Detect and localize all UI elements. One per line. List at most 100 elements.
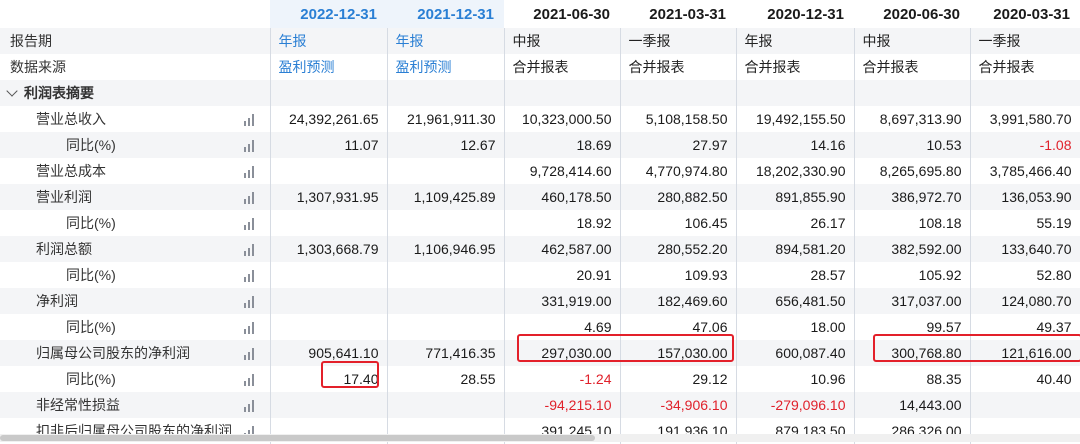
column-header-2021-03-31[interactable]: 2021-03-31 [620,0,736,28]
empty-cell [854,80,971,106]
table-row: 同比(%) 17.40 28.55 -1.24 29.12 10.96 88.35 40.40 [0,366,1080,392]
row-label-text: 利润总额 [36,241,92,257]
column-header-2021-06-30[interactable]: 2021-06-30 [504,0,620,28]
value-cell: 331,919.00 [504,288,621,314]
column-header-2021-12-31[interactable]: 2021-12-31 [387,0,504,28]
empty-cell [620,80,737,106]
value-cell: 8,265,695.80 [854,158,971,184]
cell: 合并报表 [970,54,1080,80]
value-cell [387,262,505,288]
value-cell [270,158,388,184]
section-label: 利润表摘要 [24,85,94,101]
section-header[interactable]: 利润表摘要 [0,80,271,106]
column-header-2022-12-31[interactable]: 2022-12-31 [270,0,387,28]
value-cell: 49.37 [970,314,1080,340]
value-cell: 12.67 [387,132,505,158]
row-label-text: 营业利润 [36,189,92,205]
section-row-income-summary[interactable]: 利润表摘要 [0,80,1080,106]
row-label: 同比(%) [0,262,271,288]
row-label-text: 净利润 [36,293,78,309]
table-row: 同比(%) 20.91 109.93 28.57 105.92 52.80 [0,262,1080,288]
bar-chart-icon[interactable] [243,242,258,256]
value-cell: 386,972.70 [854,184,971,210]
value-cell: 99.57 [854,314,971,340]
bar-chart-icon[interactable] [243,346,258,360]
bar-chart-icon[interactable] [243,372,258,386]
income-statement-table: 2022-12-31 2021-12-31 2021-06-30 2021-03-31… [0,0,1080,444]
bar-chart-icon[interactable] [243,268,258,282]
scrollbar-thumb[interactable] [0,435,595,441]
row-label: 利润总额 [0,236,271,262]
row-label-text: 非经常性损益 [36,397,120,413]
value-cell: -1.24 [504,366,621,392]
cell[interactable]: 年报 [270,28,388,54]
value-cell: 28.55 [387,366,505,392]
row-label-text: 同比(%) [66,371,116,387]
row-label-text: 同比(%) [66,319,116,335]
cell[interactable]: 盈利预测 [387,54,505,80]
value-cell: 182,469.60 [620,288,737,314]
row-label-text: 同比(%) [66,137,116,153]
cell: 中报 [854,28,971,54]
value-cell: 300,768.80 [854,340,971,366]
value-cell: 17.40 [270,366,388,392]
empty-cell [970,80,1080,106]
value-cell: 27.97 [620,132,737,158]
empty-cell [387,80,505,106]
cell: 一季报 [620,28,737,54]
bar-chart-icon[interactable] [243,294,258,308]
value-cell: 297,030.00 [504,340,621,366]
value-cell: 157,030.00 [620,340,737,366]
table-row: 营业总收入 24,392,261.65 21,961,911.30 10,323,00… [0,106,1080,132]
data-source-row: 数据来源 盈利预测 盈利预测 合并报表 合并报表 合并报表 合并报表 合并报表 [0,54,1080,80]
value-cell: 600,087.40 [736,340,855,366]
value-cell: 771,416.35 [387,340,505,366]
cell[interactable]: 年报 [387,28,505,54]
value-cell: -94,215.10 [504,392,621,418]
value-cell: 656,481.50 [736,288,855,314]
value-cell: 10,323,000.50 [504,106,621,132]
row-label: 报告期 [0,28,271,54]
cell[interactable]: 盈利预测 [270,54,388,80]
column-header-2020-03-31[interactable]: 2020-03-31 [970,0,1080,28]
cell: 合并报表 [854,54,971,80]
column-header-2020-12-31[interactable]: 2020-12-31 [736,0,854,28]
cell: 中报 [504,28,621,54]
bar-chart-icon[interactable] [243,320,258,334]
value-cell [270,392,388,418]
bar-chart-icon[interactable] [243,112,258,126]
value-cell: 47.06 [620,314,737,340]
value-cell [270,288,388,314]
table-row: 净利润 331,919.00 182,469.60 656,481.50 317,037… [0,288,1080,314]
value-cell: 1,303,668.79 [270,236,388,262]
value-cell: 19,492,155.50 [736,106,855,132]
table-row: 利润总额 1,303,668.79 1,106,946.95 462,587.00 28… [0,236,1080,262]
bar-chart-icon[interactable] [243,138,258,152]
row-label-text: 营业总收入 [36,111,106,127]
value-cell [387,314,505,340]
value-cell: 18,202,330.90 [736,158,855,184]
table-row: 营业利润 1,307,931.95 1,109,425.89 460,178.50 28… [0,184,1080,210]
table-row: 非经常性损益 -94,215.10 -34,906.10 -279,096.10 14,… [0,392,1080,418]
table-row: 同比(%) 18.92 106.45 26.17 108.18 55.19 [0,210,1080,236]
value-cell: 29.12 [620,366,737,392]
row-label-text: 同比(%) [66,215,116,231]
horizontal-scrollbar[interactable] [0,434,1080,442]
value-cell: 1,106,946.95 [387,236,505,262]
value-cell: 121,616.00 [970,340,1080,366]
cell: 合并报表 [504,54,621,80]
empty-cell [504,80,621,106]
bar-chart-icon[interactable] [243,216,258,230]
bar-chart-icon[interactable] [243,164,258,178]
value-cell: 18.92 [504,210,621,236]
value-cell [270,262,388,288]
value-cell: 8,697,313.90 [854,106,971,132]
bar-chart-icon[interactable] [243,190,258,204]
chevron-down-icon[interactable] [6,85,18,97]
bar-chart-icon[interactable] [243,398,258,412]
value-cell: 905,641.10 [270,340,388,366]
value-cell: 9,728,414.60 [504,158,621,184]
financial-table-view: 2022-12-31 2021-12-31 2021-06-30 2021-03-31… [0,0,1080,444]
column-header-2020-06-30[interactable]: 2020-06-30 [854,0,970,28]
value-cell: 124,080.70 [970,288,1080,314]
